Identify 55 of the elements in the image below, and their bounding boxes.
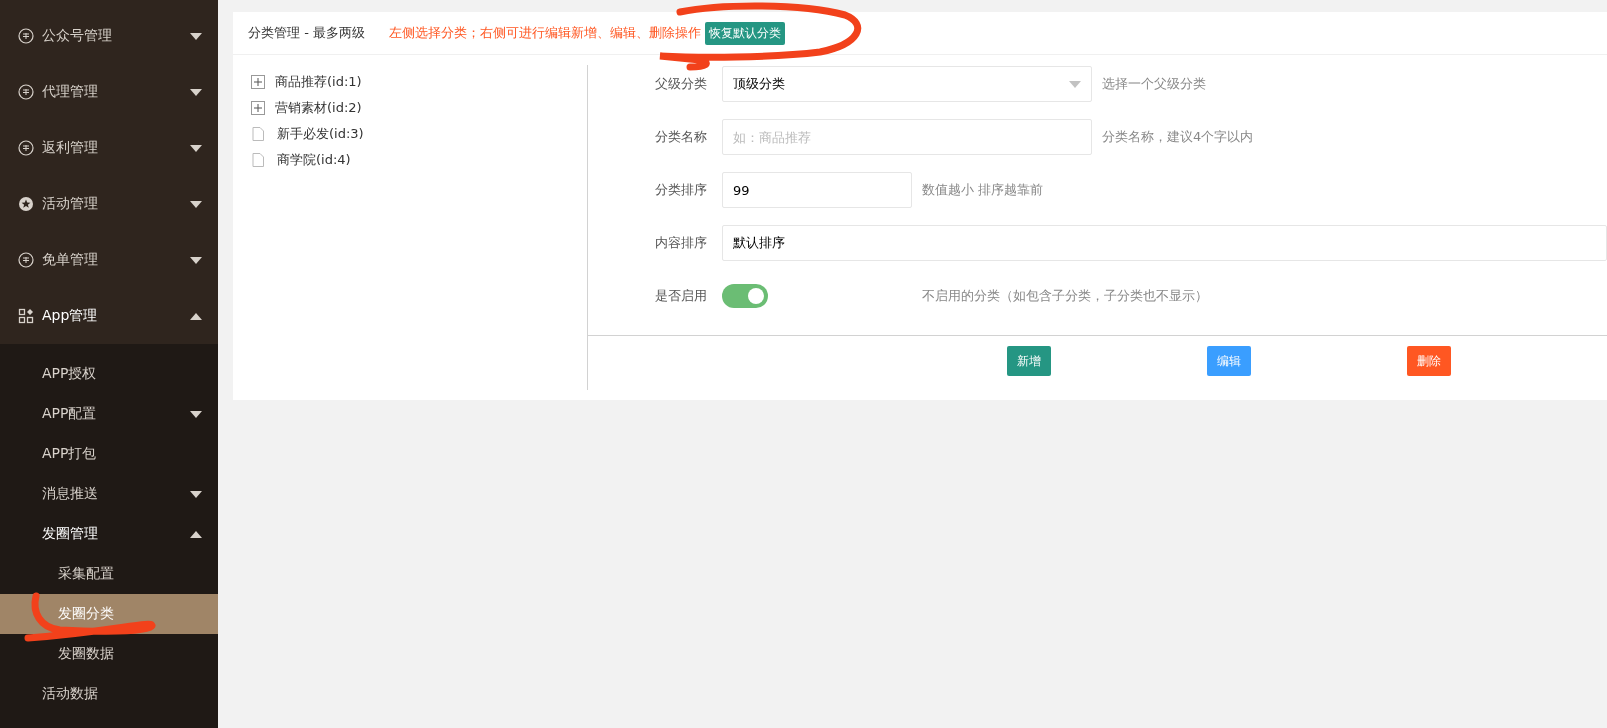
field-label: 是否启用 [654,287,708,305]
caret-icon [190,200,202,208]
menu-item[interactable]: 消息推送 [0,474,218,514]
caret-icon [190,490,202,498]
field-label: 分类名称 [654,128,708,146]
field-label: 内容排序 [654,234,708,252]
help-text: 分类名称，建议4个字以内 [1102,128,1254,146]
field-label: 分类排序 [654,181,708,199]
caret-icon [190,312,202,320]
tree-node[interactable]: 商学院(id:4) [251,148,587,171]
menu-item[interactable]: 活动数据 [0,674,218,714]
file-icon [251,126,265,141]
caret-icon [190,32,202,40]
notice-text: 左侧选择分类；右侧可进行编辑新增、编辑、删除操作 [388,24,701,42]
circle-icon [18,28,34,44]
menu-item[interactable]: APP配置 [0,394,218,434]
menu-item[interactable]: App管理 [0,288,218,344]
help-text: 数值越小 排序越靠前 [922,181,1044,199]
circle-icon [18,252,34,268]
menu-item[interactable]: APP打包 [0,434,218,474]
circle-icon [18,84,34,100]
menu-item[interactable]: APP授权 [0,354,218,394]
file-icon [251,152,265,167]
menu-item[interactable]: 活动管理 [0,176,218,232]
caret-icon [1069,80,1081,88]
menu-item[interactable]: 公众号管理 [0,8,218,64]
grid-icon [18,308,34,324]
field-label: 父级分类 [654,75,708,93]
tree-node[interactable]: 营销素材(id:2) [251,96,587,119]
input-field[interactable]: 99 [722,172,912,208]
caret-icon [190,144,202,152]
menu-item[interactable]: 返利管理 [0,120,218,176]
help-text: 不启用的分类（如包含子分类，子分类也不显示） [922,287,1208,305]
caret-icon [190,410,202,418]
tree-node[interactable]: 新手必发(id:3) [251,122,587,145]
menu-item[interactable]: 发圈管理 [0,514,218,554]
circle-icon [18,140,34,156]
reset-button[interactable]: 恢复默认分类 [704,21,785,45]
caret-icon [190,530,202,538]
toggle-switch[interactable] [722,284,768,308]
plus-box-icon[interactable] [251,74,265,89]
caret-icon [190,256,202,264]
panel-title: 分类管理 - 最多两级 [248,24,365,42]
menu-item[interactable]: 发圈数据 [0,634,218,674]
input-field[interactable]: 如：商品推荐 [722,119,1092,155]
menu-item[interactable]: 采集配置 [0,554,218,594]
tree-node[interactable]: 商品推荐(id:1) [251,70,587,93]
action-button[interactable]: 新增 [1007,346,1051,376]
help-text: 选择一个父级分类 [1102,75,1206,93]
menu-item[interactable]: 免单管理 [0,232,218,288]
select-field[interactable]: 顶级分类 [722,66,1092,102]
caret-icon [190,88,202,96]
input-field[interactable]: 默认排序 [722,225,1607,261]
plus-box-icon[interactable] [251,100,265,115]
menu-item[interactable]: 代理管理 [0,64,218,120]
